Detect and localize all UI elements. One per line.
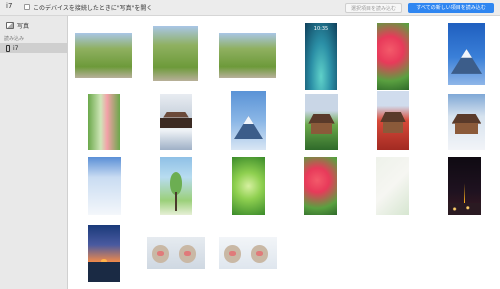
kimono-photo[interactable] xyxy=(88,94,120,150)
map-screenshot[interactable] xyxy=(376,157,409,215)
sidebar-item-device-label: i7 xyxy=(13,44,19,52)
open-photos-checkbox[interactable] xyxy=(24,4,30,10)
import-all-new-button[interactable]: すべての新しい項目を読み込む xyxy=(408,3,494,13)
sidebar-item-device[interactable]: i7 xyxy=(0,43,67,53)
sidebar: 写真 読み込み i7 xyxy=(0,16,68,289)
sidebar-item-photos[interactable]: 写真 xyxy=(6,20,29,30)
ginkgo-avenue-photo-3[interactable] xyxy=(219,33,276,78)
photos-icon xyxy=(6,21,14,29)
autumn-leaves-photo-1[interactable] xyxy=(377,23,409,90)
open-photos-label: このデバイスを接続したときに"写真"を開く xyxy=(33,5,153,12)
ginkgo-avenue-photo-1[interactable] xyxy=(75,33,132,78)
sidebar-item-photos-label: 写真 xyxy=(17,22,30,30)
import-selected-button[interactable]: 選択項目を読み込む xyxy=(345,3,402,13)
toolbar: i7 このデバイスを接続したときに"写真"を開く 選択項目を読み込む すべての新… xyxy=(0,0,500,16)
device-title: i7 xyxy=(6,2,13,10)
mount-fuji-photo-2[interactable] xyxy=(231,91,266,150)
kiyomizu-temple-photo-2[interactable] xyxy=(377,91,409,150)
sidebar-section-import: 読み込み xyxy=(4,36,25,42)
lock-screen-photo[interactable]: 10:35 xyxy=(305,23,337,90)
snowy-temple-photo[interactable] xyxy=(448,94,485,150)
fresh-leaves-photo[interactable] xyxy=(232,157,265,215)
kiyomizu-temple-photo-1[interactable] xyxy=(305,94,338,150)
snowy-bridge-photo[interactable] xyxy=(160,94,192,150)
phone-icon xyxy=(6,44,10,52)
tokyo-tower-night-photo[interactable] xyxy=(448,157,481,215)
snow-monkeys-photo-1[interactable] xyxy=(147,237,205,269)
autumn-leaves-photo-2[interactable] xyxy=(304,157,337,215)
lock-screen-time: 10:35 xyxy=(313,26,329,32)
mount-fuji-photo-1[interactable] xyxy=(448,23,485,85)
sunset-pier-photo[interactable] xyxy=(88,225,120,282)
ginkgo-avenue-photo-2[interactable] xyxy=(153,26,198,81)
green-tree-photo[interactable] xyxy=(160,157,192,215)
snow-field-photo[interactable] xyxy=(88,157,121,215)
snow-monkeys-photo-2[interactable] xyxy=(219,237,277,269)
